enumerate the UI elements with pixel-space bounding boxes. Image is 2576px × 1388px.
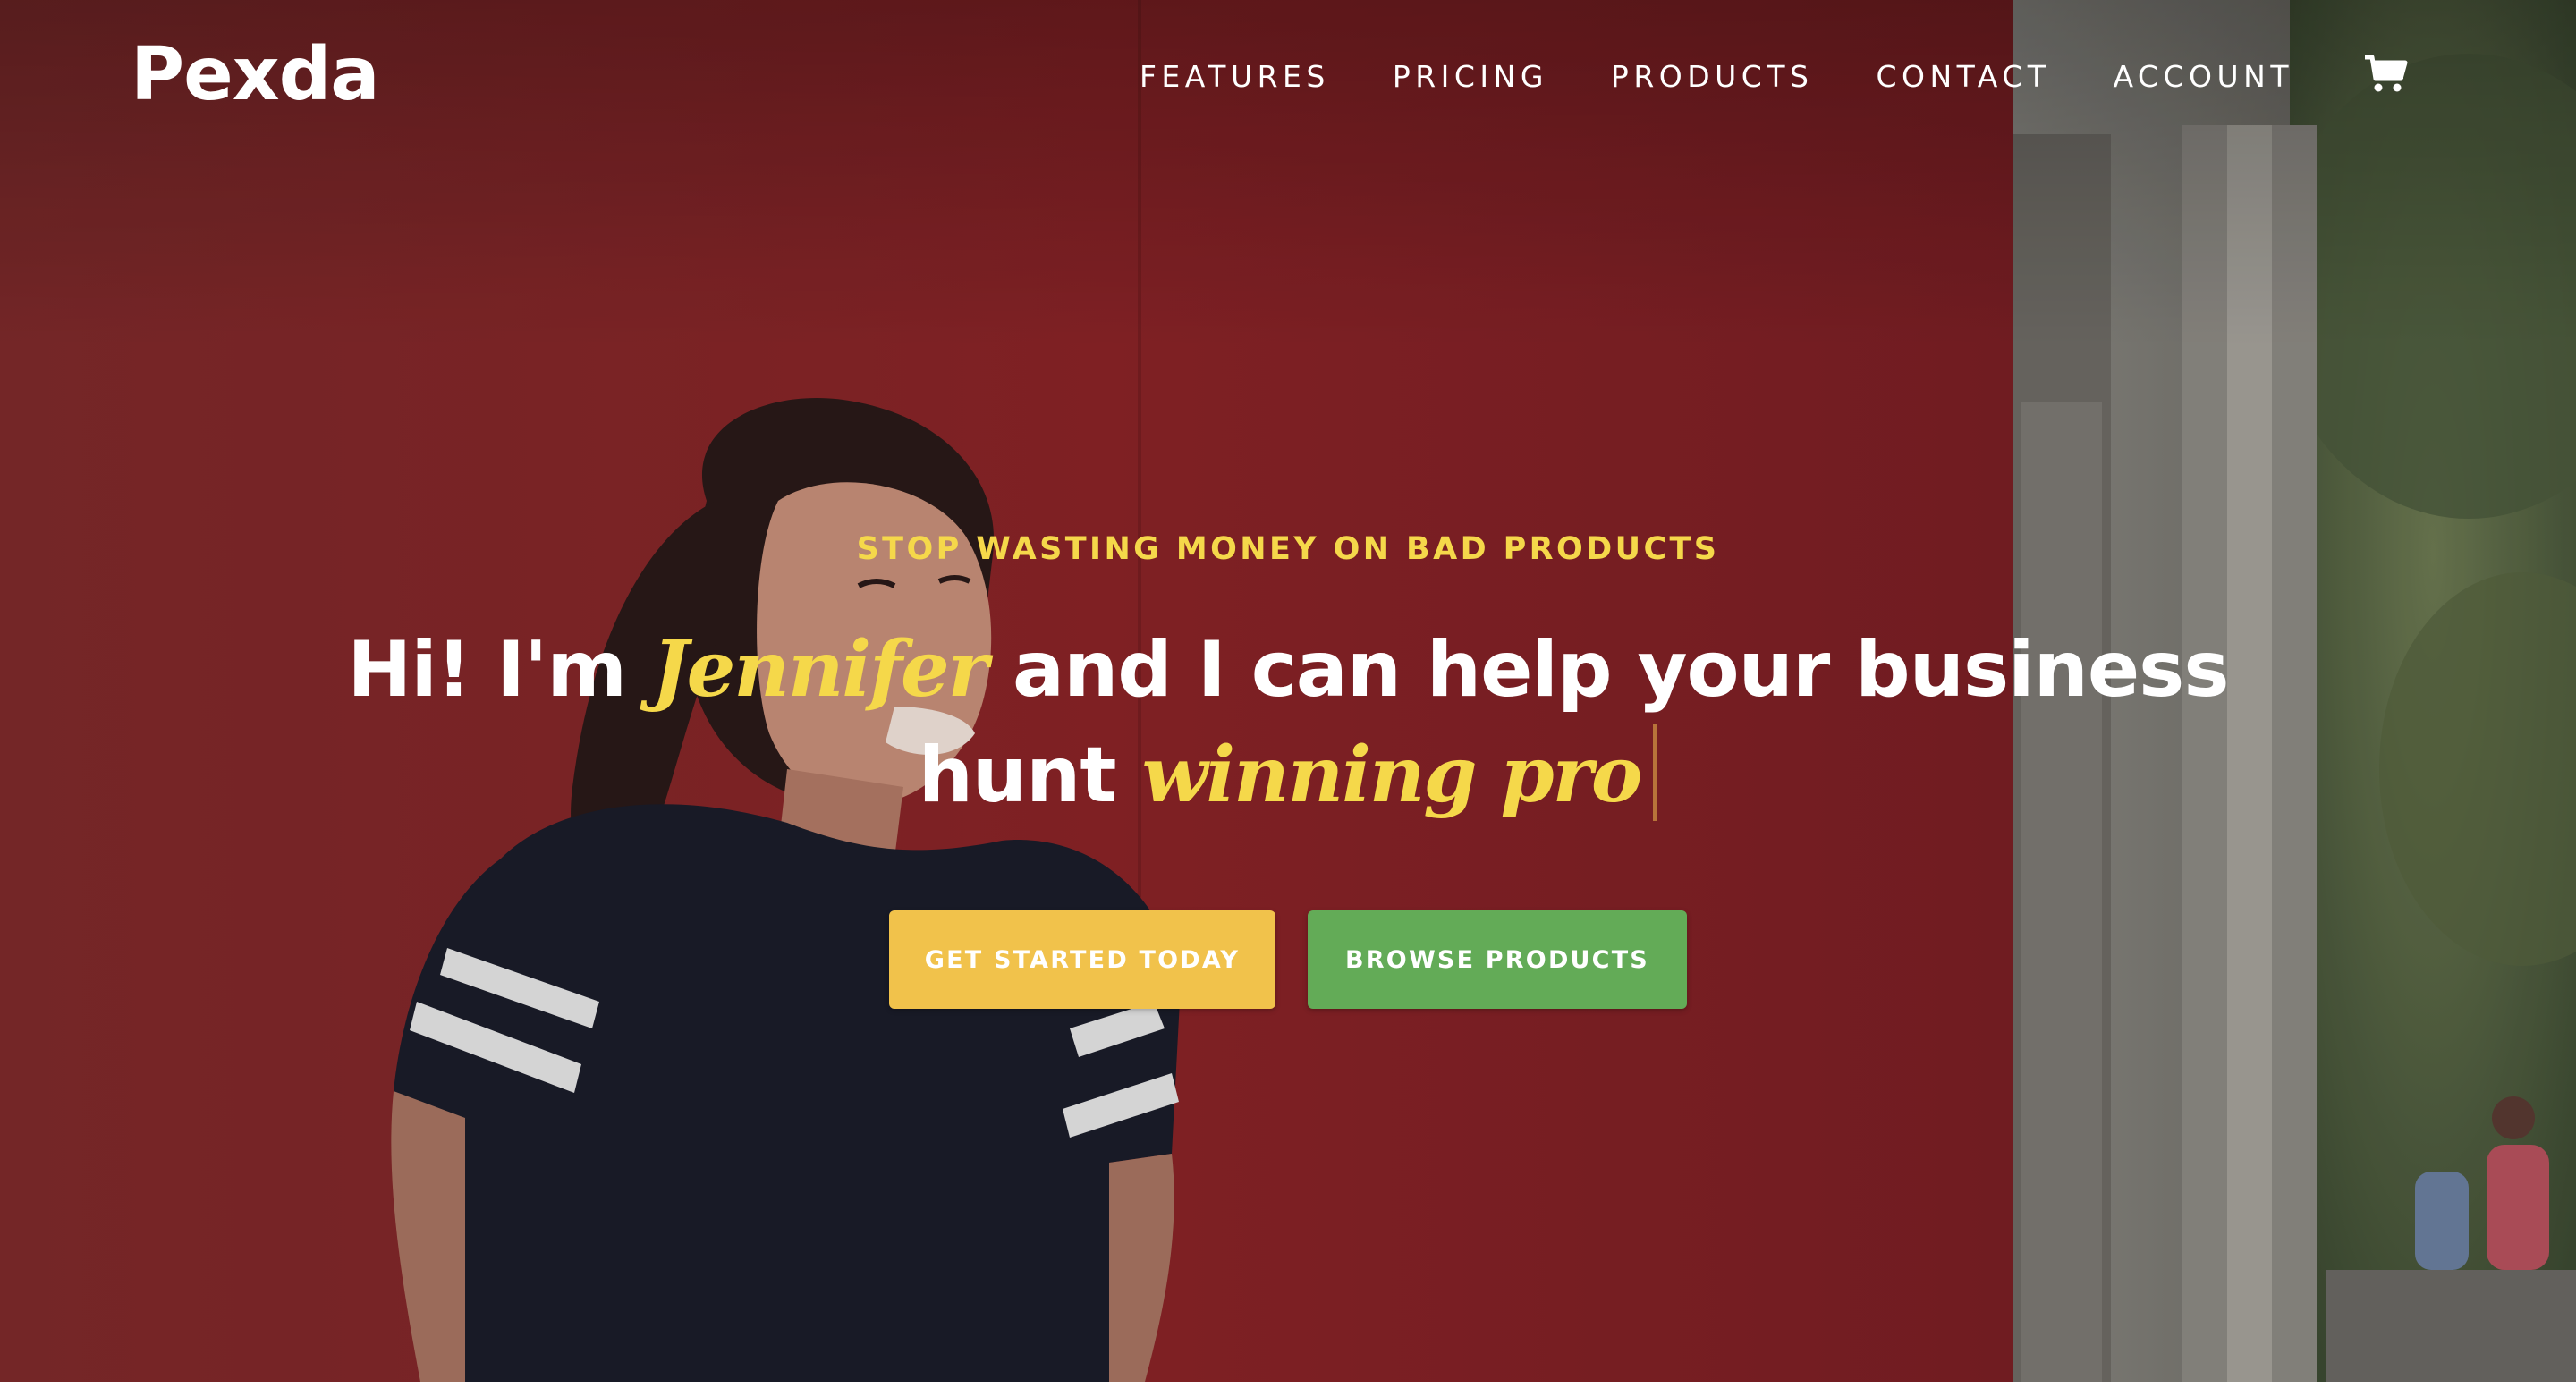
nav-item-contact[interactable]: CONTACT bbox=[1876, 59, 2050, 94]
headline-middle: and I can help your business bbox=[1013, 625, 2230, 715]
headline-name: Jennifer bbox=[651, 624, 988, 715]
nav-item-features[interactable]: FEATURES bbox=[1140, 59, 1330, 94]
headline-typed-text: winning pro bbox=[1141, 730, 1642, 820]
nav-item-pricing[interactable]: PRICING bbox=[1393, 59, 1548, 94]
shopping-cart-icon[interactable] bbox=[2363, 52, 2408, 97]
hero-eyebrow: STOP WASTING MONEY ON BAD PRODUCTS bbox=[856, 531, 1720, 567]
hero-headline: Hi! I'm Jennifer and I can help your bus… bbox=[0, 617, 2576, 828]
nav-item-products[interactable]: PRODUCTS bbox=[1611, 59, 1814, 94]
site-logo[interactable]: Pexda bbox=[131, 32, 380, 117]
hero-section: Pexda FEATURES PRICING PRODUCTS CONTACT … bbox=[0, 0, 2576, 1388]
nav-item-account[interactable]: ACCOUNT bbox=[2113, 59, 2293, 94]
nav-menu: FEATURES PRICING PRODUCTS CONTACT ACCOUN… bbox=[1140, 59, 2293, 94]
get-started-button[interactable]: GET STARTED TODAY bbox=[889, 910, 1275, 1009]
top-navigation: Pexda FEATURES PRICING PRODUCTS CONTACT … bbox=[0, 0, 2576, 157]
headline-intro: Hi! I'm bbox=[347, 625, 627, 715]
hero-buttons: GET STARTED TODAY BROWSE PRODUCTS bbox=[889, 910, 1687, 1009]
typing-cursor bbox=[1653, 724, 1658, 821]
browse-products-button[interactable]: BROWSE PRODUCTS bbox=[1308, 910, 1687, 1009]
headline-hunt: hunt bbox=[918, 731, 1117, 820]
